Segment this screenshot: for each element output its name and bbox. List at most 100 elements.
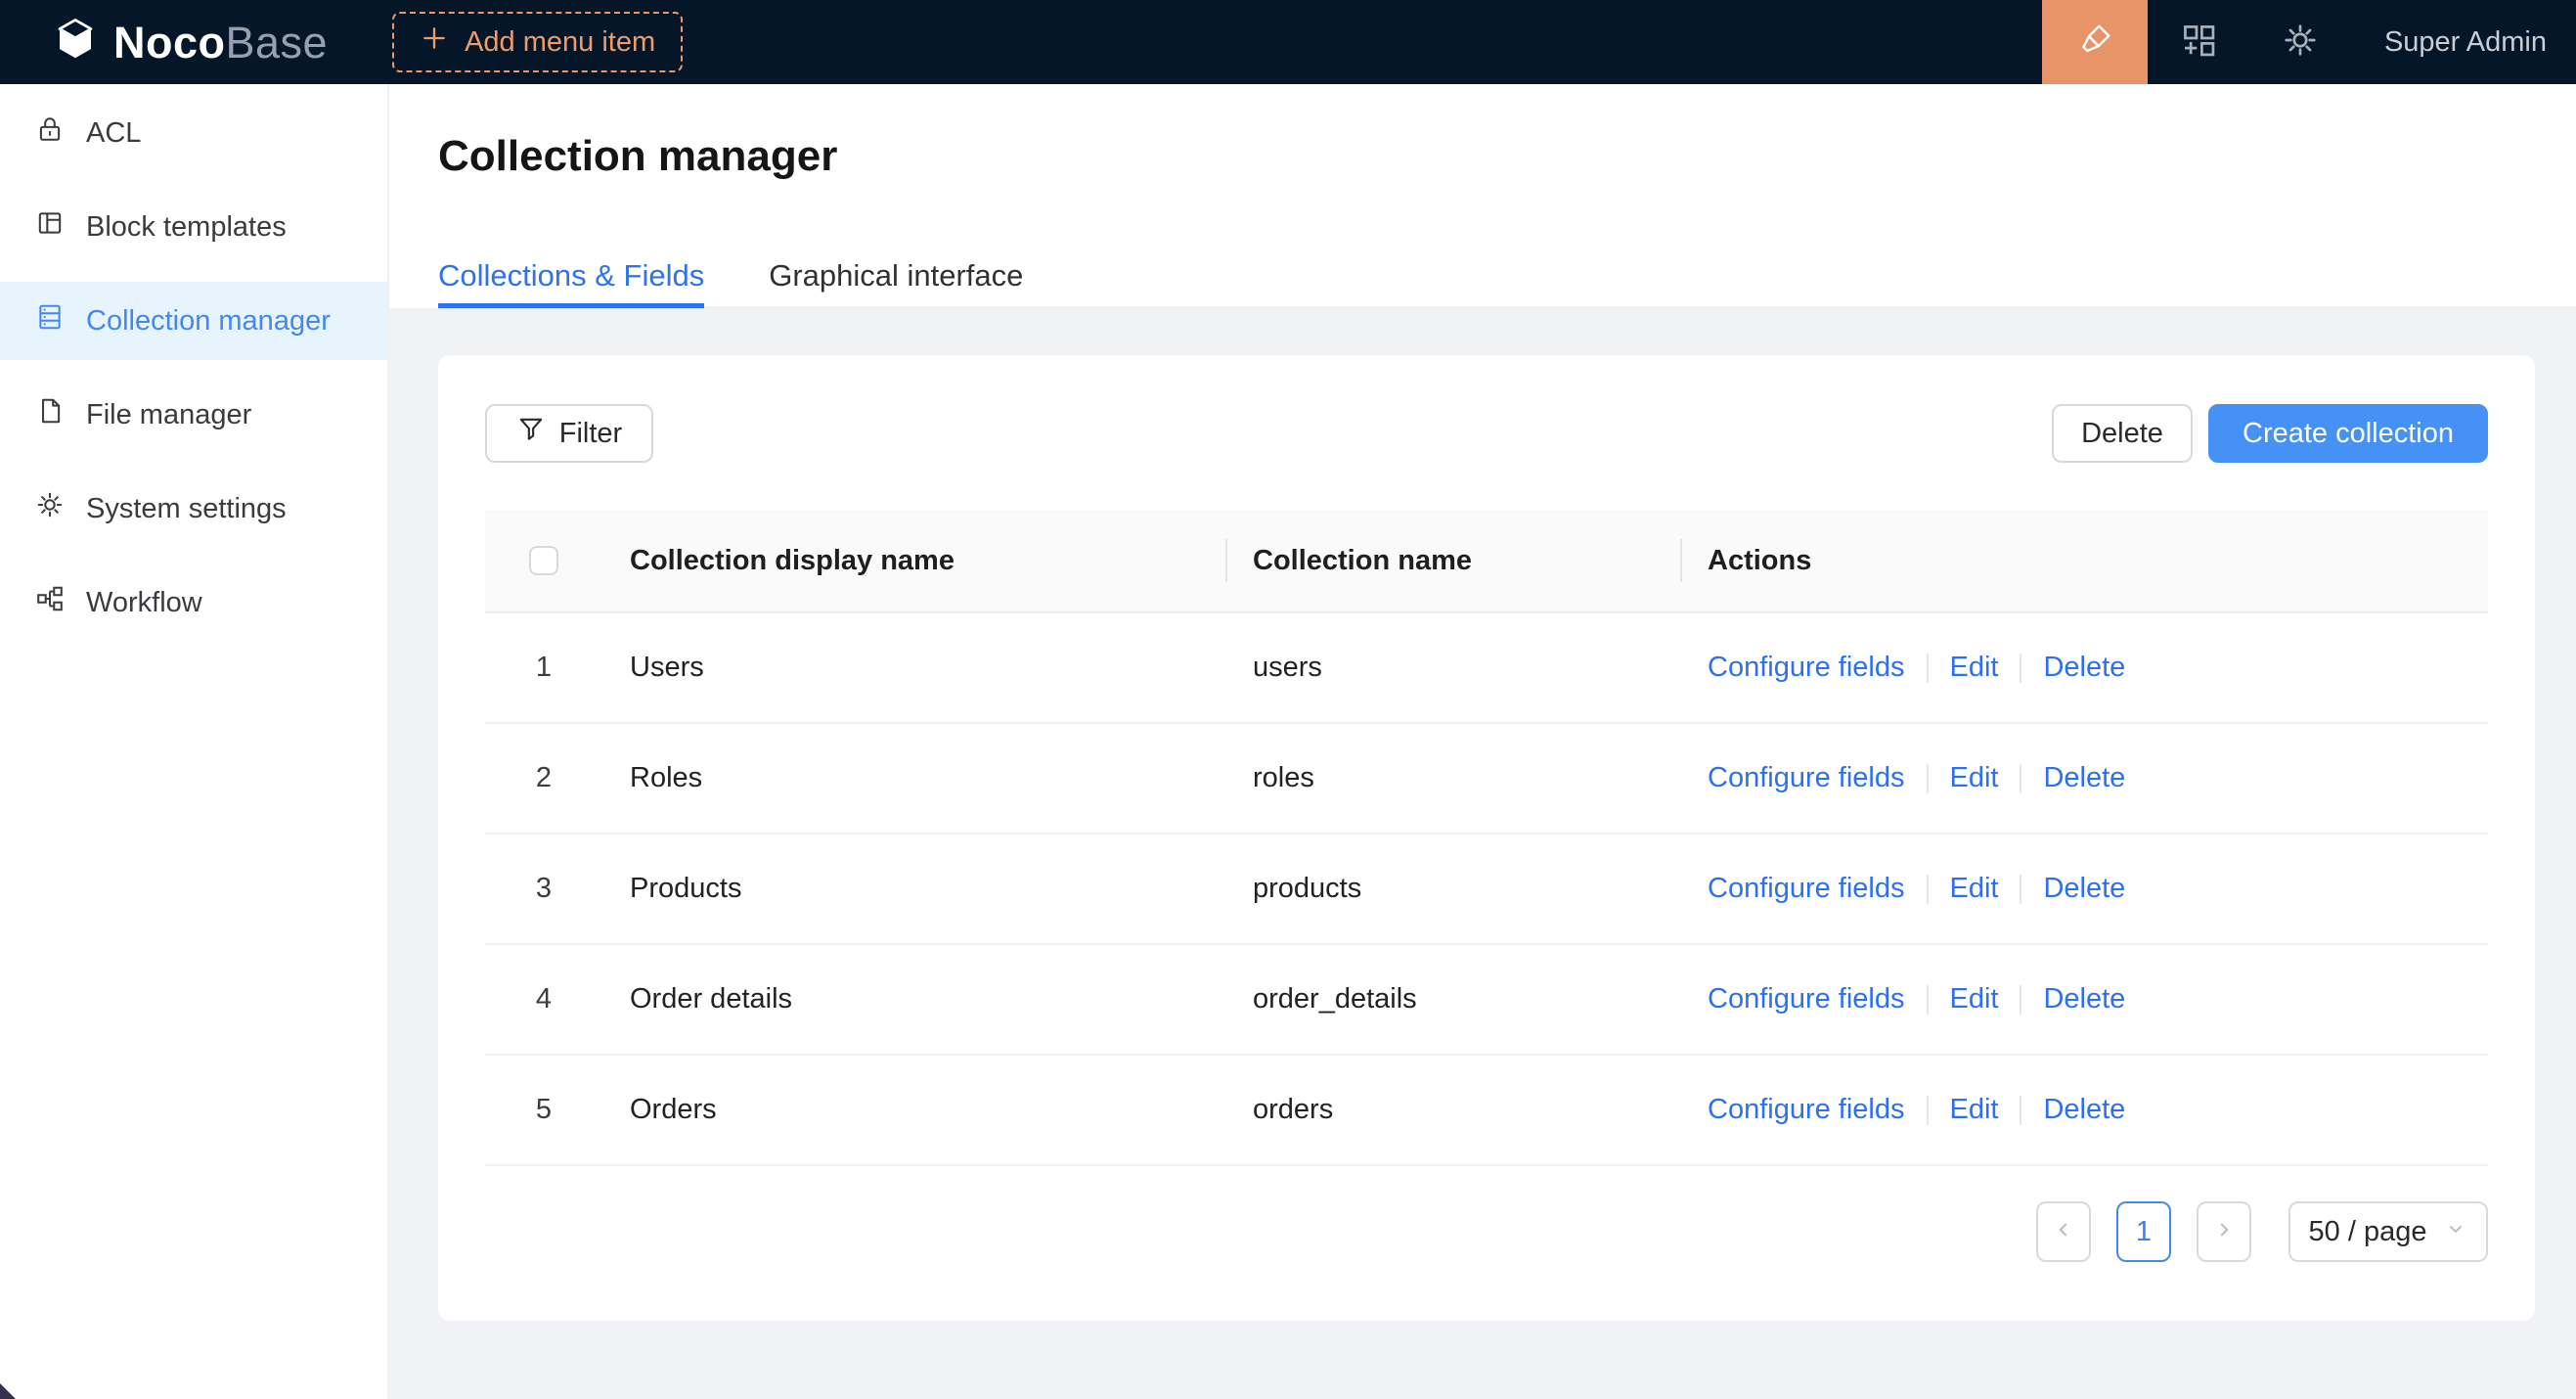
nocobase-logo-icon [53,17,98,68]
cell-display-name: Users [602,652,1225,684]
header-actions: Super Admin [2042,0,2576,84]
sidebar-item-label: ACL [86,117,141,150]
funnel-icon [516,415,546,452]
cell-display-name: Roles [602,762,1225,794]
sidebar-item-block-templates[interactable]: Block templates [0,188,387,266]
pagination-prev-button[interactable] [2036,1201,2091,1262]
table-row: 5 Orders orders Configure fields Edit De… [485,1056,2488,1166]
edit-link[interactable]: Edit [1950,1094,1999,1126]
row-index: 5 [485,1094,602,1126]
pagination-page-1[interactable]: 1 [2116,1201,2171,1262]
create-collection-button[interactable]: Create collection [2208,404,2488,463]
table-toolbar: Filter Delete Create collection [485,404,2488,463]
cell-name: products [1225,873,1680,905]
cell-name: roles [1225,762,1680,794]
highlighter-icon [2073,19,2116,67]
table-header-row: Collection display name Collection name … [485,510,2488,613]
action-divider [2020,654,2021,683]
row-index: 2 [485,762,602,794]
action-divider [1927,654,1929,683]
layout-icon [35,208,65,246]
sidebar-nav: ACL Block templates Collection manager [0,84,389,1399]
configure-fields-link[interactable]: Configure fields [1708,762,1905,794]
page-title: Collection manager [438,135,2576,178]
main-content: Collection manager Collections & Fields … [389,84,2576,1399]
page-size-select[interactable]: 50 / page [2288,1201,2488,1262]
cell-name: orders [1225,1094,1680,1126]
delete-button[interactable]: Delete [2052,404,2193,463]
nocobase-logo[interactable]: NocoBase [0,17,328,68]
filter-label: Filter [559,418,622,450]
settings-button[interactable] [2249,0,2351,84]
sidebar-item-collection-manager[interactable]: Collection manager [0,282,387,360]
delete-link[interactable]: Delete [2043,762,2125,794]
cell-name: users [1225,652,1680,684]
page-header: Collection manager Collections & Fields … [389,84,2576,308]
collections-table: Collection display name Collection name … [485,510,2488,1166]
collection-table-icon [35,302,65,339]
sidebar-item-system-settings[interactable]: System settings [0,470,387,548]
row-index: 1 [485,652,602,684]
table-row: 1 Users users Configure fields Edit Dele… [485,613,2488,724]
edit-link[interactable]: Edit [1950,652,1999,684]
sidebar-item-acl[interactable]: ACL [0,94,387,172]
sidebar-item-label: Collection manager [86,305,331,338]
action-divider [1927,985,1929,1015]
action-divider [1927,1096,1929,1125]
filter-button[interactable]: Filter [485,404,653,463]
sidebar-item-file-manager[interactable]: File manager [0,376,387,454]
logo-wordmark: NocoBase [113,21,328,65]
chevron-left-icon [2051,1217,2076,1247]
cell-display-name: Order details [602,983,1225,1015]
tab-bar: Collections & Fields Graphical interface [438,256,2576,308]
delete-link[interactable]: Delete [2043,652,2125,684]
gear-icon [2282,22,2319,64]
column-header-display-name: Collection display name [602,539,1225,582]
row-index: 4 [485,983,602,1015]
cell-display-name: Products [602,873,1225,905]
action-divider [2020,1096,2021,1125]
cell-name: order_details [1225,983,1680,1015]
action-divider [2020,985,2021,1015]
add-menu-item-button[interactable]: Add menu item [392,12,683,72]
configure-fields-link[interactable]: Configure fields [1708,983,1905,1015]
table-row: 2 Roles roles Configure fields Edit Dele… [485,724,2488,835]
tab-graphical-interface[interactable]: Graphical interface [769,256,1023,308]
configure-fields-link[interactable]: Configure fields [1708,1094,1905,1126]
pagination-next-button[interactable] [2197,1201,2251,1262]
configure-fields-link[interactable]: Configure fields [1708,652,1905,684]
tab-collections-fields[interactable]: Collections & Fields [438,256,704,308]
chevron-down-icon [2444,1216,2467,1248]
row-index: 3 [485,873,602,905]
page-size-value: 50 / page [2309,1216,2427,1248]
delete-link[interactable]: Delete [2043,1094,2125,1126]
action-divider [1927,875,1929,904]
configure-fields-link[interactable]: Configure fields [1708,873,1905,905]
workflow-icon [35,584,65,621]
plus-icon [420,23,449,61]
delete-link[interactable]: Delete [2043,873,2125,905]
current-user-menu[interactable]: Super Admin [2351,26,2576,59]
collections-card: Filter Delete Create collection Collecti… [438,355,2535,1321]
delete-link[interactable]: Delete [2043,983,2125,1015]
cell-display-name: Orders [602,1094,1225,1126]
sidebar-item-label: Workflow [86,587,202,619]
edit-link[interactable]: Edit [1950,762,1999,794]
sidebar-item-workflow[interactable]: Workflow [0,564,387,642]
gear-icon [35,490,65,527]
action-divider [2020,764,2021,793]
sidebar-item-label: System settings [86,493,287,525]
sidebar-item-label: File manager [86,399,251,431]
action-divider [1927,764,1929,793]
ui-editor-button[interactable] [2042,0,2148,84]
top-header: NocoBase Add menu item [0,0,2576,84]
pagination: 1 50 / page [485,1201,2488,1262]
edit-link[interactable]: Edit [1950,873,1999,905]
column-header-actions: Actions [1680,539,2488,582]
action-divider [2020,875,2021,904]
edit-link[interactable]: Edit [1950,983,1999,1015]
lock-icon [35,114,65,152]
select-all-checkbox[interactable] [529,546,558,575]
plugins-button[interactable] [2148,0,2249,84]
appstore-add-icon [2180,22,2217,64]
